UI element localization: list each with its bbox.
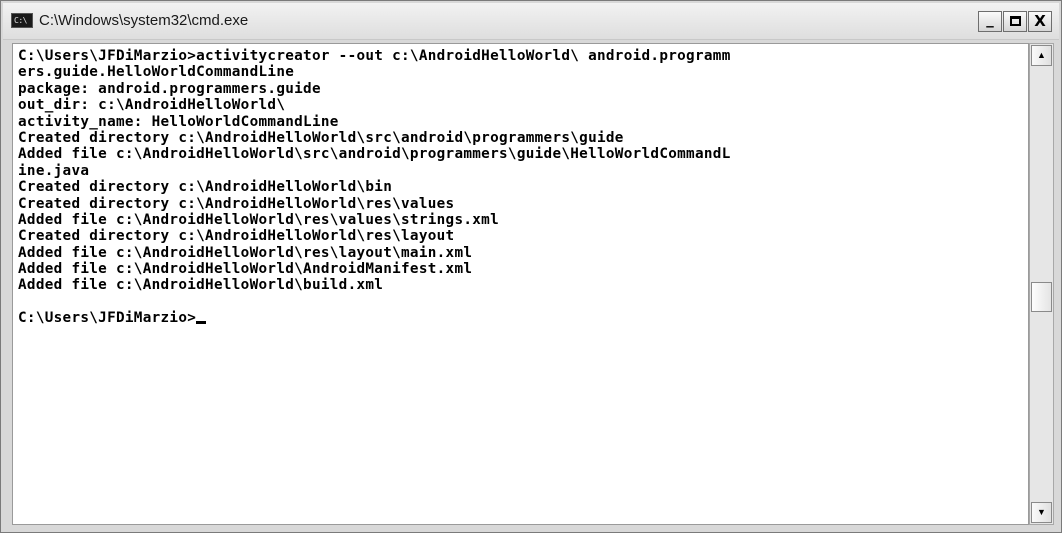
console-line: package: android.programmers.guide	[18, 80, 321, 97]
title-bar[interactable]: C:\ C:\Windows\system32\cmd.exe _ X	[3, 3, 1059, 40]
console-line: Added file c:\AndroidHelloWorld\src\andr…	[18, 146, 731, 163]
console-line: Added file c:\AndroidHelloWorld\res\valu…	[18, 211, 500, 228]
console-line: Created directory c:\AndroidHelloWorld\s…	[18, 129, 624, 146]
scroll-down-button[interactable]: ▼	[1031, 502, 1052, 523]
console-line: ine.java	[18, 162, 90, 179]
scroll-thumb[interactable]	[1031, 282, 1052, 312]
console-line: Added file c:\AndroidHelloWorld\res\layo…	[18, 244, 473, 261]
console-line: Created directory c:\AndroidHelloWorld\r…	[18, 195, 455, 212]
maximize-icon	[1009, 16, 1021, 26]
console-prompt-line[interactable]: C:\Users\JFDiMarzio>	[18, 310, 1026, 326]
close-button[interactable]: X	[1028, 11, 1052, 32]
console-line: Created directory c:\AndroidHelloWorld\r…	[18, 228, 455, 245]
arrow-up-icon: ▲	[1037, 50, 1046, 60]
vertical-scrollbar[interactable]: ▲ ▼	[1029, 43, 1054, 525]
text-cursor	[196, 321, 207, 325]
console-line: Added file c:\AndroidHelloWorld\AndroidM…	[18, 261, 473, 278]
console-line: Created directory c:\AndroidHelloWorld\b…	[18, 179, 393, 196]
console-line: ers.guide.HelloWorldCommandLine	[18, 64, 295, 81]
minimize-icon: _	[986, 10, 994, 28]
console-output[interactable]: C:\Users\JFDiMarzio>activitycreator --ou…	[12, 43, 1029, 525]
minimize-button[interactable]: _	[978, 10, 1002, 32]
console-line: out_dir: c:\AndroidHelloWorld\	[18, 97, 286, 114]
arrow-down-icon: ▼	[1037, 507, 1046, 517]
maximize-button[interactable]	[1003, 11, 1027, 32]
cmd-window: C:\ C:\Windows\system32\cmd.exe _ X C:\U…	[0, 0, 1062, 533]
close-icon: X	[1034, 12, 1046, 30]
console-line: C:\Users\JFDiMarzio>activitycreator --ou…	[18, 48, 731, 64]
scroll-up-button[interactable]: ▲	[1031, 45, 1052, 66]
console-line: Added file c:\AndroidHelloWorld\build.xm…	[18, 277, 384, 294]
console-line: activity_name: HelloWorldCommandLine	[18, 113, 339, 130]
window-title: C:\Windows\system32\cmd.exe	[39, 12, 249, 29]
console-lines: C:\Users\JFDiMarzio>activitycreator --ou…	[18, 48, 1026, 327]
console-prompt: C:\Users\JFDiMarzio>	[18, 310, 197, 327]
cmd-icon[interactable]: C:\	[11, 13, 33, 28]
